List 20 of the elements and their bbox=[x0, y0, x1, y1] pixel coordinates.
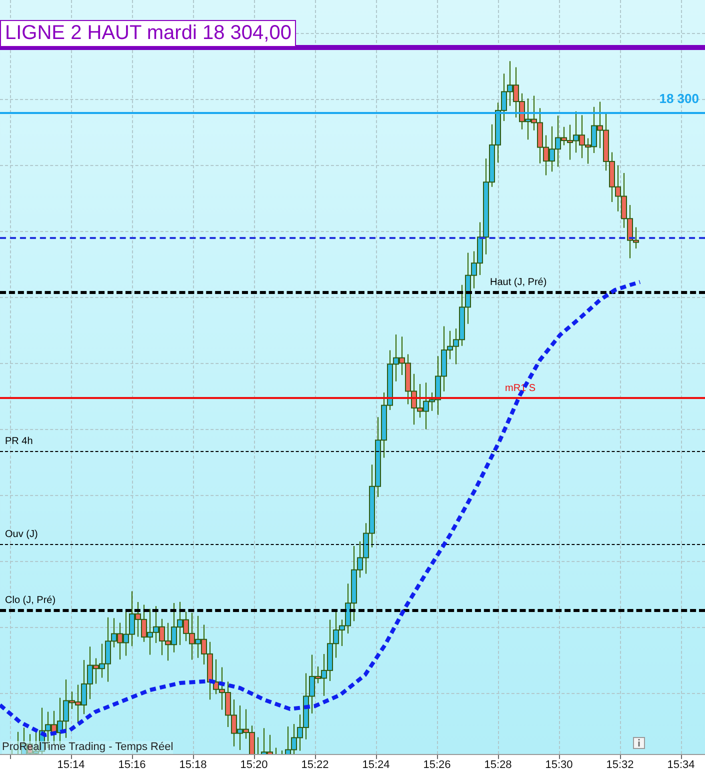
level-label: 18 300 bbox=[659, 91, 699, 107]
time-tick-label: 15:22 bbox=[300, 759, 330, 772]
level-label: mR1 S bbox=[505, 382, 536, 395]
level-label: Haut (J, Pré) bbox=[490, 276, 547, 289]
time-tick-label: 15:24 bbox=[361, 759, 391, 772]
time-tick-label: 15:34 bbox=[666, 759, 696, 772]
time-tick-label: 15:28 bbox=[483, 759, 513, 772]
time-tick-label: 15:18 bbox=[178, 759, 208, 772]
platform-label: ProRealTime Trading - Temps Réel bbox=[2, 741, 174, 754]
info-icon[interactable] bbox=[633, 737, 645, 749]
level-title-label: LIGNE 2 HAUT mardi 18 304,00 bbox=[0, 20, 296, 47]
time-tick-label: 15:32 bbox=[605, 759, 635, 772]
level-label: Clo (J, Pré) bbox=[5, 594, 56, 607]
time-tick-label: 15:16 bbox=[117, 759, 147, 772]
level-label: PR 4h bbox=[5, 435, 33, 448]
time-tick-label: 15:26 bbox=[422, 759, 452, 772]
time-tick-label: 15:30 bbox=[544, 759, 574, 772]
time-tick-label: 15:20 bbox=[239, 759, 269, 772]
time-tick-label: 15:14 bbox=[56, 759, 86, 772]
level-label: Ouv (J) bbox=[5, 528, 38, 541]
